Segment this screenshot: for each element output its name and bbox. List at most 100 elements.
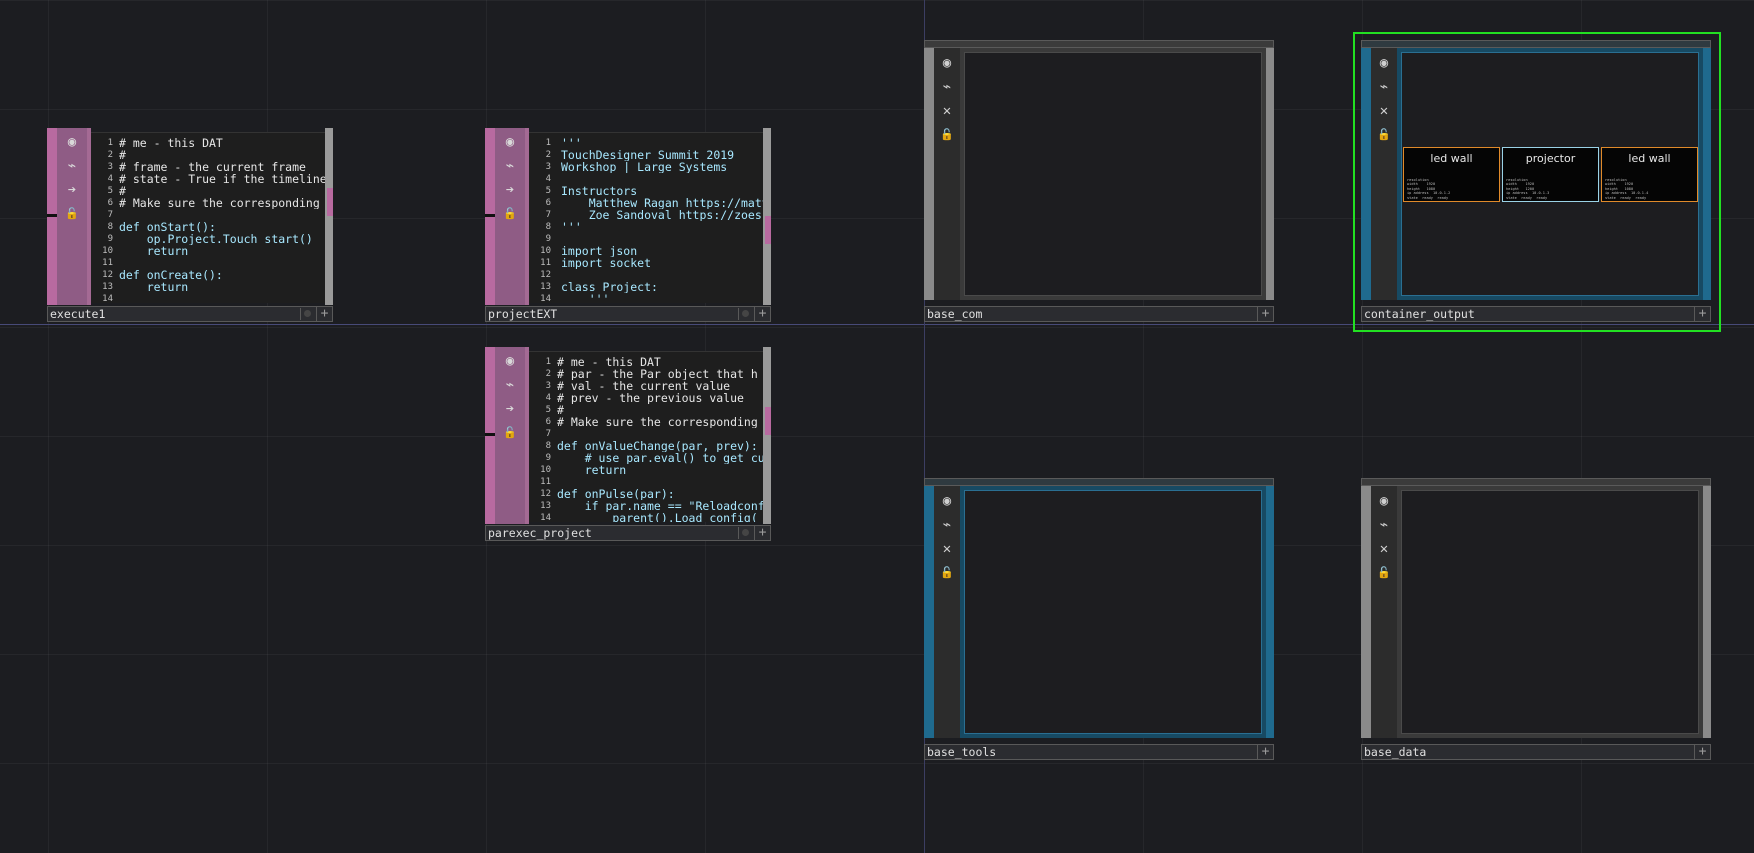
node-base_com[interactable]: ◉ ⌁ ✕ 🔓 base_com + — [924, 40, 1274, 322]
line-number: 3 — [107, 162, 113, 172]
scrollbar[interactable] — [325, 128, 333, 305]
dat-viewer[interactable]: 1 2 3 4 5 6 7 8 9 10 11 12 13 14 # me - this DAT # # fr… — [91, 132, 325, 303]
add-icon[interactable]: + — [1257, 745, 1273, 759]
add-icon[interactable]: + — [1694, 307, 1710, 321]
viewer-icon[interactable]: ◉ — [60, 131, 84, 153]
add-icon[interactable]: + — [316, 307, 332, 321]
node-label[interactable]: base_com + — [924, 306, 1274, 322]
line-number: 9 — [545, 453, 551, 463]
cross-icon[interactable]: ✕ — [936, 100, 958, 122]
node-name: base_com — [927, 307, 983, 321]
tile-info: resolution width 1920 height 1200 ip add… — [1506, 178, 1550, 200]
node-base_data[interactable]: ◉ ⌁ ✕ 🔓 base_data + — [1361, 478, 1711, 760]
comp-viewer[interactable] — [1401, 490, 1699, 734]
code-line: def onValueChange(par, prev): — [557, 440, 758, 452]
cross-icon[interactable]: ✕ — [1373, 538, 1395, 560]
node-base_tools[interactable]: ◉ ⌁ ✕ 🔓 base_tools + — [924, 478, 1274, 760]
code-line: Instructors — [561, 185, 638, 197]
dat-color-strip — [47, 128, 57, 305]
scrollbar[interactable] — [763, 347, 771, 524]
dat-viewer[interactable]: 1 2 3 4 5 6 7 8 9 10 11 12 13 14 # me - this DAT # par… — [529, 351, 763, 522]
cross-icon[interactable]: ✕ — [936, 538, 958, 560]
arrow-icon[interactable]: ➔ — [60, 179, 84, 201]
line-numbers: 1 2 3 4 5 6 7 8 9 10 11 12 13 14 — [91, 137, 113, 303]
code-line: # — [557, 404, 564, 416]
code-line: def onCreate(): — [119, 269, 223, 281]
line-number: 3 — [545, 162, 551, 172]
add-icon[interactable]: + — [1694, 745, 1710, 759]
code-line: return — [119, 281, 189, 293]
node-parexec_project[interactable]: ◉ ⌁ ➔ 🔓 1 2 3 4 5 6 7 8 9 10 11 12 13 14 # me - this … — [485, 347, 771, 545]
cross-icon[interactable]: ✕ — [1373, 100, 1395, 122]
bypass-icon[interactable]: ⌁ — [60, 155, 84, 177]
comp-viewer[interactable] — [964, 52, 1262, 296]
flag-toggle[interactable] — [738, 308, 751, 320]
line-number: 11 — [540, 477, 551, 487]
tile-title: led wall — [1430, 152, 1473, 165]
lock-icon[interactable]: 🔓 — [1373, 562, 1395, 584]
code-line: def onStart(): — [119, 221, 216, 233]
arrow-icon[interactable]: ➔ — [498, 179, 522, 201]
lock-icon[interactable]: 🔓 — [498, 203, 522, 225]
add-icon[interactable]: + — [754, 526, 770, 540]
viewer-icon[interactable]: ◉ — [936, 52, 958, 74]
comp-viewer[interactable] — [964, 490, 1262, 734]
node-label[interactable]: base_tools + — [924, 744, 1274, 760]
add-icon[interactable]: + — [754, 307, 770, 321]
bypass-icon[interactable]: ⌁ — [936, 76, 958, 98]
node-label[interactable]: execute1 + — [47, 306, 333, 322]
node-label[interactable]: projectEXT + — [485, 306, 771, 322]
viewer-icon[interactable]: ◉ — [936, 490, 958, 512]
viewer-icon[interactable]: ◉ — [1373, 52, 1395, 74]
line-number: 2 — [545, 369, 551, 379]
bypass-icon[interactable]: ⌁ — [1373, 76, 1395, 98]
lock-icon[interactable]: 🔓 — [936, 124, 958, 146]
line-number: 13 — [540, 501, 551, 511]
add-icon[interactable]: + — [1257, 307, 1273, 321]
code-line: # Make sure the corresponding — [557, 416, 758, 428]
display-tile-led-wall[interactable]: led wall resolution width 1920 height 10… — [1403, 147, 1500, 202]
viewer-icon[interactable]: ◉ — [498, 350, 522, 372]
dat-viewer[interactable]: 1 2 3 4 5 6 7 8 9 10 11 12 13 14 ''' TouchDesigner Sum… — [529, 132, 763, 303]
node-name: base_data — [1364, 745, 1427, 759]
code-line: Matthew Ragan https://matt — [561, 197, 763, 209]
line-number: 14 — [540, 513, 551, 522]
dat-color-strip — [485, 128, 495, 305]
node-name: projectEXT — [488, 307, 558, 321]
node-label[interactable]: container_output + — [1361, 306, 1711, 322]
tile-title: projector — [1525, 152, 1576, 165]
lock-icon[interactable]: 🔓 — [1373, 124, 1395, 146]
node-name: container_output — [1364, 307, 1475, 321]
node-container_output[interactable]: ◉ ⌁ ✕ 🔓 led wall resolution width 1920 h… — [1361, 40, 1711, 322]
line-number: 1 — [545, 138, 551, 148]
node-execute1[interactable]: ◉ ⌁ ➔ 🔓 1 2 3 4 5 6 7 8 9 10 11 12 13 14 # me - this … — [47, 128, 333, 326]
node-projectEXT[interactable]: ◉ ⌁ ➔ 🔓 1 2 3 4 5 6 7 8 9 10 11 12 13 14 ''' TouchDesi… — [485, 128, 771, 326]
line-number: 9 — [545, 234, 551, 244]
node-label[interactable]: parexec_project + — [485, 525, 771, 541]
display-tile-projector[interactable]: projector resolution width 1920 height 1… — [1502, 147, 1599, 202]
comp-viewer[interactable]: led wall resolution width 1920 height 10… — [1401, 52, 1699, 296]
lock-icon[interactable]: 🔓 — [936, 562, 958, 584]
code-text: # me - this DAT # # frame - the current fr… — [119, 137, 325, 303]
display-tile-led-wall[interactable]: led wall resolution width 1920 height 10… — [1601, 147, 1698, 202]
bypass-icon[interactable]: ⌁ — [1373, 514, 1395, 536]
flag-toggle[interactable] — [300, 308, 313, 320]
bypass-icon[interactable]: ⌁ — [936, 514, 958, 536]
viewer-icon[interactable]: ◉ — [498, 131, 522, 153]
lock-icon[interactable]: 🔓 — [60, 203, 84, 225]
flag-toggle[interactable] — [738, 527, 751, 539]
bypass-icon[interactable]: ⌁ — [498, 374, 522, 396]
bypass-icon[interactable]: ⌁ — [498, 155, 522, 177]
arrow-icon[interactable]: ➔ — [498, 398, 522, 420]
scrollbar[interactable] — [763, 128, 771, 305]
viewer-icon[interactable]: ◉ — [1373, 490, 1395, 512]
code-line: # prev - the previous value — [557, 392, 744, 404]
line-number: 5 — [545, 186, 551, 196]
node-label[interactable]: base_data + — [1361, 744, 1711, 760]
line-number: 6 — [107, 198, 113, 208]
line-number: 5 — [107, 186, 113, 196]
code-line: # par - the Par object that h — [557, 368, 758, 380]
lock-icon[interactable]: 🔓 — [498, 422, 522, 444]
node-toolbar: ◉ ⌁ ➔ 🔓 — [495, 128, 525, 305]
